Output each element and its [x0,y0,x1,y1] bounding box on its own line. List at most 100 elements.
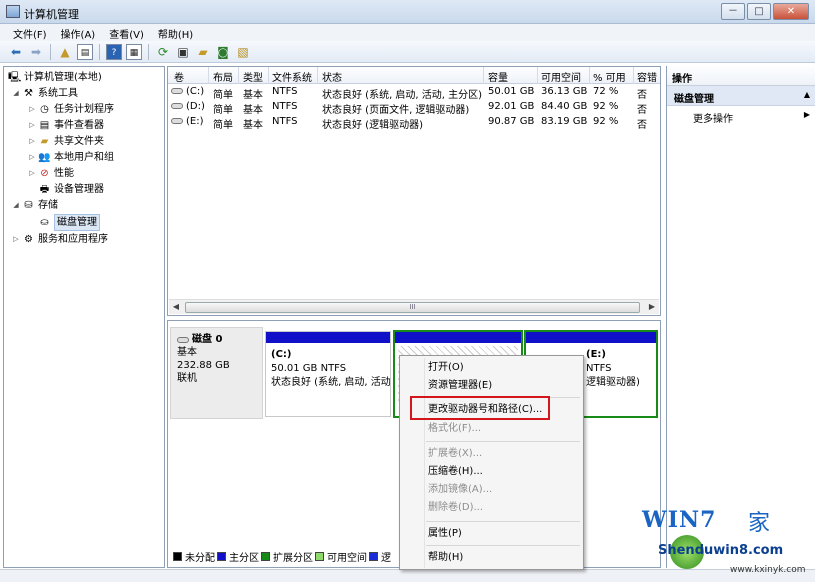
column-volume[interactable]: 卷 [174,69,184,84]
menu-action[interactable]: 操作(A) [54,24,103,41]
device-icon: 🖶 [39,183,50,195]
column-status[interactable]: 状态 [322,69,342,84]
legend-swatch [217,551,226,561]
toolbar-separator [148,43,149,60]
console-tree-icon[interactable]: ▤ [77,43,93,60]
legend-swatch [369,551,378,561]
scroll-thumb[interactable]: III [185,302,640,313]
disk-icon: ⛀ [40,216,49,228]
settings-icon[interactable]: ▧ [235,44,251,60]
computer-icon: 🖳 [8,71,22,83]
storage-icon: ⛁ [24,199,33,211]
legend-swatch [173,551,182,561]
tree-item-shared-folders[interactable]: ▷ ▰ 共享文件夹 [27,134,104,149]
legend-swatch [315,551,324,561]
services-icon: ⚙ [24,233,33,245]
volume-row[interactable]: (D:) 简单 基本 NTFS 状态良好 (页面文件, 逻辑驱动器) 92.01… [168,100,660,116]
event-icon: ▤ [39,119,50,131]
toolbar-separator [99,43,100,60]
menu-file[interactable]: 文件(F) [6,24,54,41]
collapse-arrow-icon[interactable]: ◢ [11,86,21,101]
disk-icon [177,336,189,343]
window-controls: － □ ✕ [719,3,809,20]
menu-item-shrink-volume[interactable]: 压缩卷(H)... [428,464,483,480]
volume-icon [171,118,183,124]
scroll-left-icon[interactable]: ◀ [170,301,182,313]
column-capacity[interactable]: 容量 [488,69,508,84]
tree-item-services-apps[interactable]: ▷ ⚙ 服务和应用程序 [11,232,108,247]
computer-management-icon [6,5,20,18]
column-free-space[interactable]: 可用空间 [541,69,581,84]
users-icon: 👥 [38,151,51,163]
menu-item-add-mirror[interactable]: 添加镜像(A)... [428,482,492,498]
menu-bar: 文件(F) 操作(A) 查看(V) 帮助(H) [0,24,815,41]
menu-item-explorer[interactable]: 资源管理器(E) [428,378,492,394]
menu-help[interactable]: 帮助(H) [151,24,200,41]
minimize-button[interactable]: － [721,3,745,20]
expand-arrow-icon[interactable]: ▷ [27,166,37,181]
volume-icon [171,88,183,94]
more-actions[interactable]: 更多操作 ▶ [667,106,815,126]
volume-row[interactable]: (E:) 简单 基本 NTFS 状态良好 (逻辑驱动器) 90.87 GB 83… [168,115,660,131]
column-type[interactable]: 类型 [243,69,263,84]
scroll-right-icon[interactable]: ▶ [646,301,658,313]
disk-0-info[interactable]: 磁盘 0 基本 232.88 GB 联机 [170,327,263,419]
view-icon[interactable]: ▦ [126,43,142,60]
watermark-logo: WIN7 家 Shenduwin8.com www.kxinyk.com [642,507,806,575]
actions-pane: 操作 磁盘管理 ▲ 更多操作 ▶ [666,66,815,568]
expand-arrow-icon[interactable]: ▷ [27,102,37,117]
up-folder-icon[interactable]: ▲ [57,44,73,60]
tree-item-computer-management[interactable]: 🖳 计算机管理(本地) [7,70,102,85]
menu-item-format[interactable]: 格式化(F)... [428,421,481,437]
menu-item-delete-volume[interactable]: 删除卷(D)... [428,500,483,516]
expand-arrow-icon[interactable]: ▷ [27,150,37,165]
close-button[interactable]: ✕ [773,3,809,20]
context-menu: 打开(O) 资源管理器(E) 更改驱动器号和路径(C)... 格式化(F)...… [399,355,584,570]
menu-item-extend-volume[interactable]: 扩展卷(X)... [428,446,482,462]
maximize-button[interactable]: □ [747,3,771,20]
expand-arrow-icon[interactable]: ▷ [27,134,37,149]
back-icon[interactable]: ⬅ [8,44,24,60]
tree-item-event-viewer[interactable]: ▷ ▤ 事件查看器 [27,118,104,133]
collapse-up-icon[interactable]: ▲ [804,90,810,99]
help-icon[interactable]: ? [106,43,122,60]
expand-arrow-icon[interactable]: ▷ [27,118,37,133]
tree-item-performance[interactable]: ▷ ⊘ 性能 [27,166,74,181]
search-icon[interactable]: ◙ [215,44,231,60]
submenu-arrow-icon: ▶ [803,110,810,119]
collapse-arrow-icon[interactable]: ◢ [11,198,21,213]
open-icon[interactable]: ▰ [195,44,211,60]
disk-legend: 未分配 主分区 扩展分区 可用空间 逻 [171,549,391,564]
tree-item-task-scheduler[interactable]: ▷ ◷ 任务计划程序 [27,102,114,117]
properties-icon[interactable]: ▣ [175,44,191,60]
volume-icon [171,103,183,109]
column-layout[interactable]: 布局 [213,69,233,84]
menu-view[interactable]: 查看(V) [102,24,151,41]
annotation-highlight [410,396,550,420]
tree-item-local-users[interactable]: ▷ 👥 本地用户和组 [27,150,114,165]
column-percent-free[interactable]: % 可用 [593,69,626,84]
tree-item-system-tools[interactable]: ◢ ⚒ 系统工具 [11,86,78,101]
tree-item-device-manager[interactable]: 🖶 设备管理器 [37,182,104,197]
column-fault-tolerance[interactable]: 容错 [637,69,657,84]
toolbar: ⬅ ➡ ▲ ▤ ? ▦ ⟳ ▣ ▰ ◙ ▧ [0,41,815,63]
tree-item-disk-management[interactable]: ⛀ 磁盘管理 [37,214,100,231]
forward-icon[interactable]: ➡ [28,44,44,60]
legend-swatch [261,551,270,561]
volume-list: 卷 布局 类型 文件系统 状态 容量 可用空间 % 可用 容错 (C:) 简单 … [167,66,661,316]
shared-folder-icon: ▰ [40,135,49,147]
actions-header: 操作 [667,66,815,86]
tree-item-storage[interactable]: ◢ ⛁ 存储 [11,198,58,213]
volume-row[interactable]: (C:) 简单 基本 NTFS 状态良好 (系统, 启动, 活动, 主分区) 5… [168,85,660,101]
partition-c[interactable]: (C:) 50.01 GB NTFS 状态良好 (系统, 启动, 活动, 主分区 [265,331,391,417]
menu-item-properties[interactable]: 属性(P) [428,526,462,542]
export-icon[interactable]: ⟳ [155,44,171,60]
window-title: 计算机管理 [24,8,79,21]
horizontal-scrollbar[interactable]: ◀ III ▶ [169,299,659,314]
performance-icon: ⊘ [40,167,49,179]
actions-section-disk-management[interactable]: 磁盘管理 ▲ [667,86,815,106]
menu-item-help[interactable]: 帮助(H) [428,550,463,566]
menu-item-open[interactable]: 打开(O) [428,360,464,376]
expand-arrow-icon[interactable]: ▷ [11,232,21,247]
column-filesystem[interactable]: 文件系统 [272,69,312,84]
